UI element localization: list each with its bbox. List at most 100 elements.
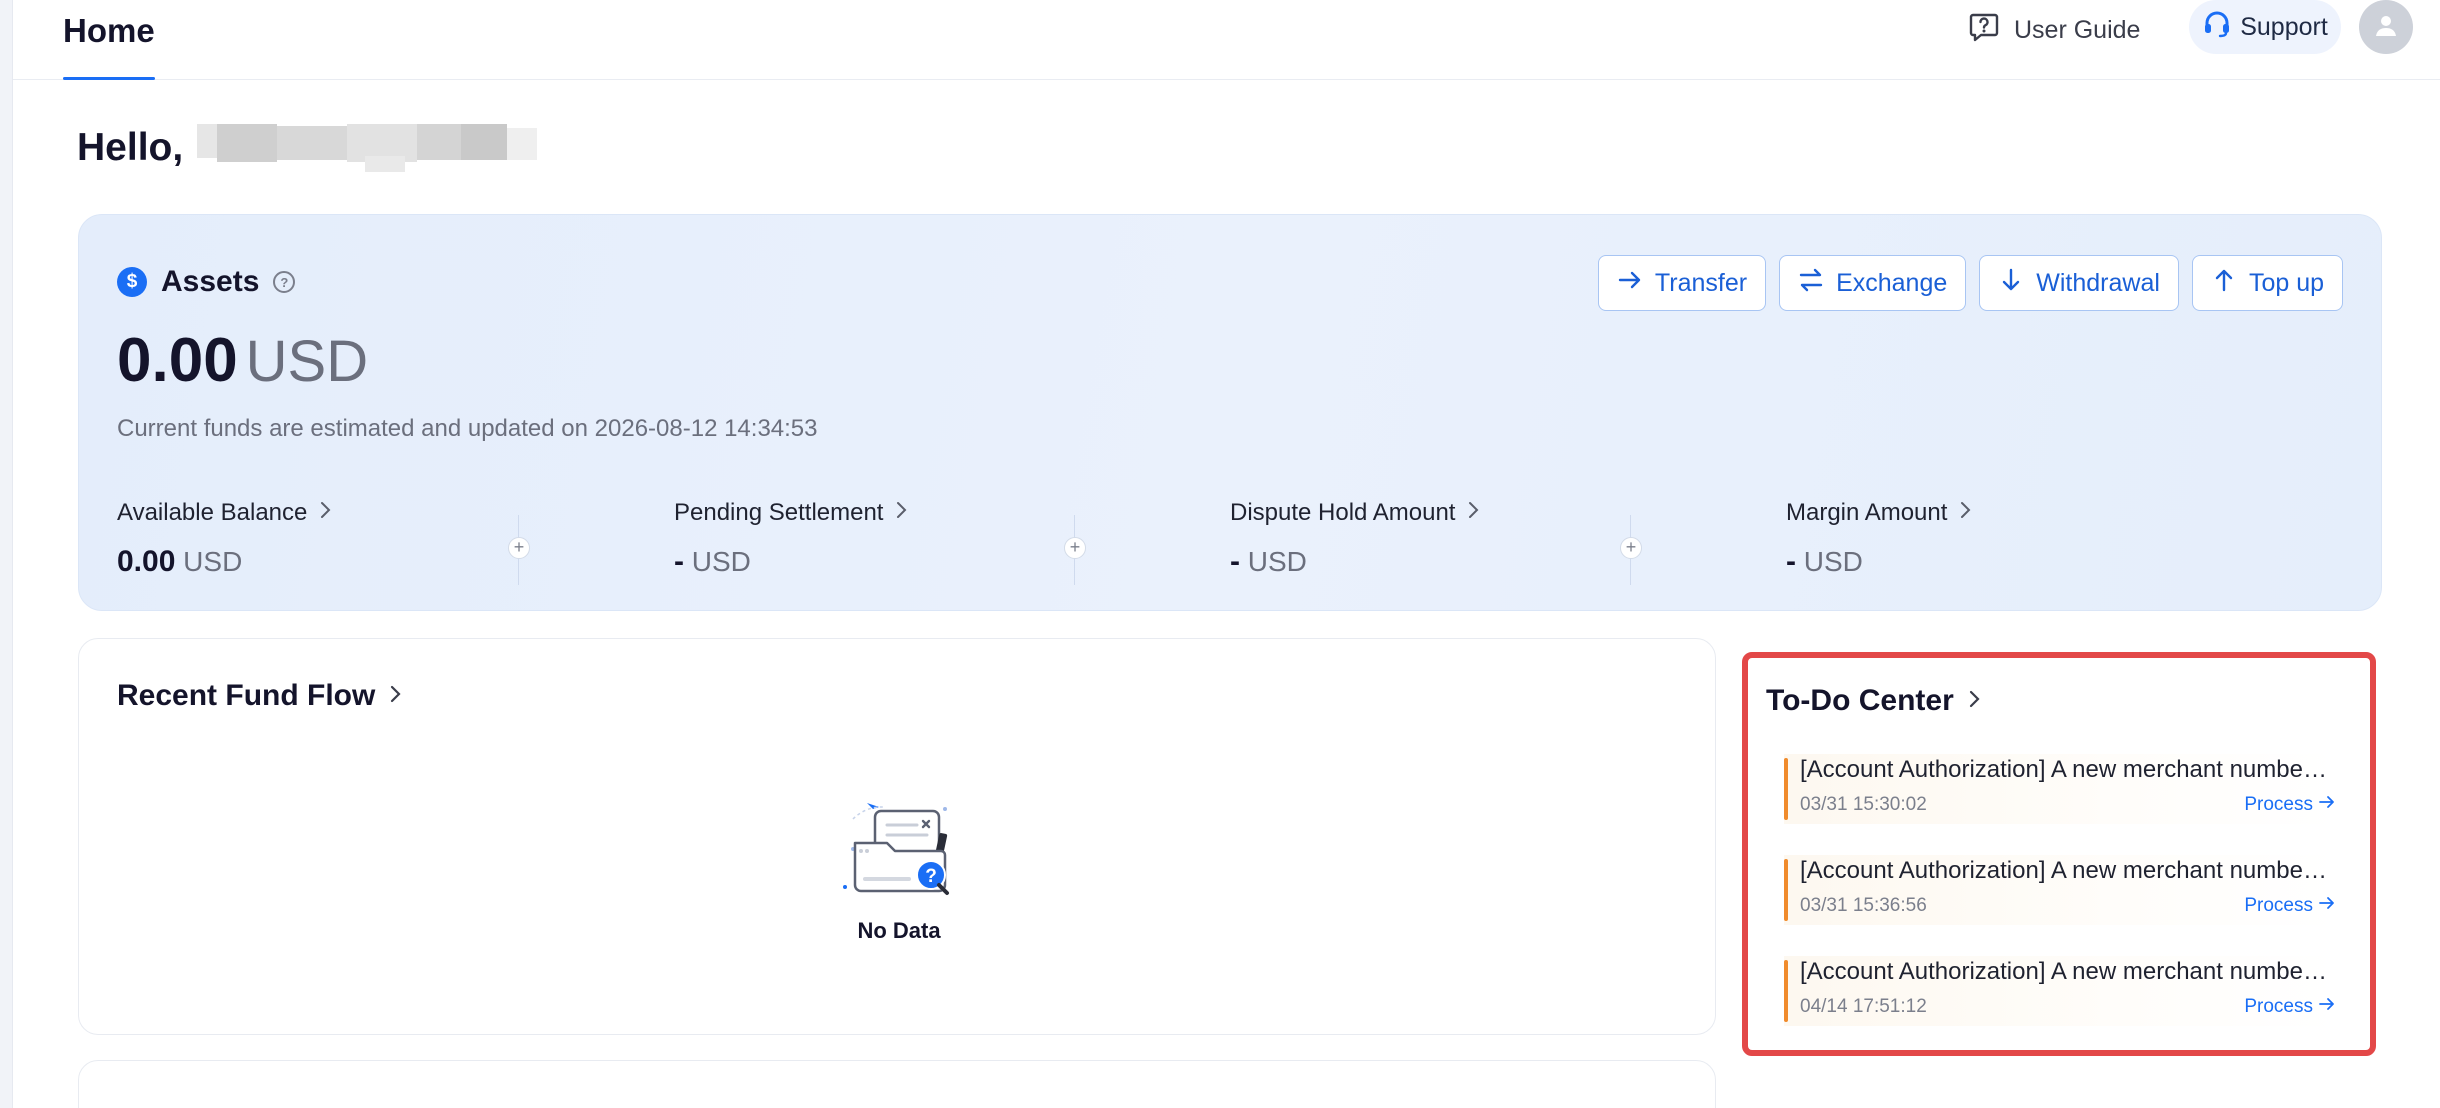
todo-item-text: [Account Authorization] A new merchant n… xyxy=(1800,958,2330,985)
plus-divider: + xyxy=(1618,515,1644,585)
svg-text:?: ? xyxy=(925,866,937,887)
asset-actions: Transfer Exchange Withdrawal Top up xyxy=(1597,255,2343,311)
metric-label: Dispute Hold Amount xyxy=(1230,499,1770,527)
metric-value: - USD xyxy=(674,545,1214,579)
arrow-right-icon xyxy=(2318,794,2336,816)
user-guide-label: User Guide xyxy=(2014,15,2141,44)
plus-icon: + xyxy=(1064,537,1086,559)
process-label: Process xyxy=(2244,794,2313,815)
todo-item-time: 03/31 15:36:56 xyxy=(1800,895,1927,916)
tab-home[interactable]: Home xyxy=(63,0,155,80)
asset-metrics: Available Balance 0.00 USD + Pending Set… xyxy=(117,499,2345,589)
top-bar: Home User Guide Support xyxy=(13,0,2440,80)
avatar[interactable] xyxy=(2359,0,2413,54)
metric-label-text: Available Balance xyxy=(117,499,308,526)
transfer-label: Transfer xyxy=(1654,268,1748,297)
metric-pending-settlement[interactable]: Pending Settlement - USD xyxy=(674,499,1214,579)
chevron-right-icon xyxy=(1966,684,1982,718)
metric-value: - USD xyxy=(1230,545,1770,579)
todo-center-title: To-Do Center xyxy=(1766,684,1954,717)
assets-card: $ Assets ? Transfer Exchange Withdrawal xyxy=(78,214,2382,611)
help-icon[interactable]: ? xyxy=(273,271,296,293)
withdrawal-button[interactable]: Withdrawal xyxy=(1979,255,2179,311)
greeting: Hello, xyxy=(77,118,538,178)
exchange-button[interactable]: Exchange xyxy=(1779,255,1967,311)
redacted-username xyxy=(197,118,538,178)
total-amount: 0.00 USD xyxy=(117,325,368,396)
process-label: Process xyxy=(2244,895,2313,916)
exchange-label: Exchange xyxy=(1836,268,1948,297)
metric-value: - USD xyxy=(1786,545,2326,579)
metric-currency: USD xyxy=(183,546,243,577)
transfer-button[interactable]: Transfer xyxy=(1597,255,1767,311)
topup-button[interactable]: Top up xyxy=(2191,255,2343,311)
assets-header: $ Assets ? xyxy=(117,265,296,299)
metric-number: - xyxy=(1786,545,1796,578)
todo-center-card: To-Do Center [Account Authorization] A n… xyxy=(1742,652,2376,1056)
side-nav-strip xyxy=(0,0,13,1108)
todo-item[interactable]: [Account Authorization] A new merchant n… xyxy=(1784,855,2338,925)
todo-item-text: [Account Authorization] A new merchant n… xyxy=(1800,756,2330,783)
support-button[interactable]: Support xyxy=(2189,0,2341,54)
chevron-right-icon xyxy=(317,499,333,527)
withdrawal-label: Withdrawal xyxy=(2036,268,2160,297)
todo-center-link[interactable]: To-Do Center xyxy=(1766,684,1982,718)
empty-state: ? No Data xyxy=(829,789,969,944)
todo-item-time: 04/14 17:51:12 xyxy=(1800,996,1927,1017)
empty-folder-icon: ? xyxy=(839,803,959,905)
metric-dispute-hold-amount[interactable]: Dispute Hold Amount - USD xyxy=(1230,499,1770,579)
todo-item-text: [Account Authorization] A new merchant n… xyxy=(1800,857,2330,884)
todo-item[interactable]: [Account Authorization] A new merchant n… xyxy=(1784,956,2338,1026)
chevron-right-icon xyxy=(1957,499,1973,527)
metric-label-text: Margin Amount xyxy=(1786,499,1948,526)
arrow-up-icon xyxy=(2211,267,2237,300)
greeting-text: Hello, xyxy=(77,126,184,169)
chevron-right-icon xyxy=(893,499,909,527)
todo-item[interactable]: [Account Authorization] A new merchant n… xyxy=(1784,754,2338,824)
process-link[interactable]: Process xyxy=(2244,895,2336,917)
topup-label: Top up xyxy=(2248,268,2324,297)
metric-label: Pending Settlement xyxy=(674,499,1214,527)
arrow-right-icon xyxy=(2318,996,2336,1018)
recent-fund-flow-title: Recent Fund Flow xyxy=(117,679,376,712)
process-label: Process xyxy=(2244,996,2313,1017)
metric-margin-amount[interactable]: Margin Amount - USD xyxy=(1786,499,2326,579)
recent-fund-flow-link[interactable]: Recent Fund Flow xyxy=(117,679,403,713)
metric-label-text: Pending Settlement xyxy=(674,499,884,526)
metric-currency: USD xyxy=(691,546,751,577)
plus-icon: + xyxy=(1620,537,1642,559)
metric-label: Margin Amount xyxy=(1786,499,2326,527)
metric-currency: USD xyxy=(1803,546,1863,577)
headset-icon xyxy=(2202,9,2232,46)
recent-fund-flow-card: Recent Fund Flow ? No Data xyxy=(78,638,1716,1035)
todo-item-time: 03/31 15:30:02 xyxy=(1800,794,1927,815)
support-label: Support xyxy=(2240,12,2328,41)
metric-label-text: Dispute Hold Amount xyxy=(1230,499,1456,526)
arrow-right-icon xyxy=(2318,895,2336,917)
process-link[interactable]: Process xyxy=(2244,996,2336,1018)
next-card xyxy=(78,1060,1716,1108)
chevron-right-icon xyxy=(387,679,403,713)
metric-number: 0.00 xyxy=(117,545,176,578)
assets-title: Assets xyxy=(161,265,260,298)
plus-divider: + xyxy=(506,515,532,585)
metric-label: Available Balance xyxy=(117,499,657,527)
arrow-down-icon xyxy=(1998,267,2024,300)
swap-icon xyxy=(1798,267,1824,300)
plus-divider: + xyxy=(1062,515,1088,585)
total-amount-value: 0.00 xyxy=(117,326,238,395)
arrow-right-icon xyxy=(1617,267,1643,300)
chevron-right-icon xyxy=(1465,499,1481,527)
updated-note: Current funds are estimated and updated … xyxy=(117,415,818,442)
total-amount-currency: USD xyxy=(245,329,369,394)
metric-number: - xyxy=(1230,545,1240,578)
user-guide-link[interactable]: User Guide xyxy=(1968,10,2140,50)
plus-icon: + xyxy=(508,537,530,559)
metric-available-balance[interactable]: Available Balance 0.00 USD xyxy=(117,499,657,579)
metric-currency: USD xyxy=(1247,546,1307,577)
metric-value: 0.00 USD xyxy=(117,545,657,579)
question-chat-icon xyxy=(1968,11,2000,50)
user-icon xyxy=(2373,12,2399,43)
process-link[interactable]: Process xyxy=(2244,794,2336,816)
dollar-icon: $ xyxy=(117,267,147,297)
